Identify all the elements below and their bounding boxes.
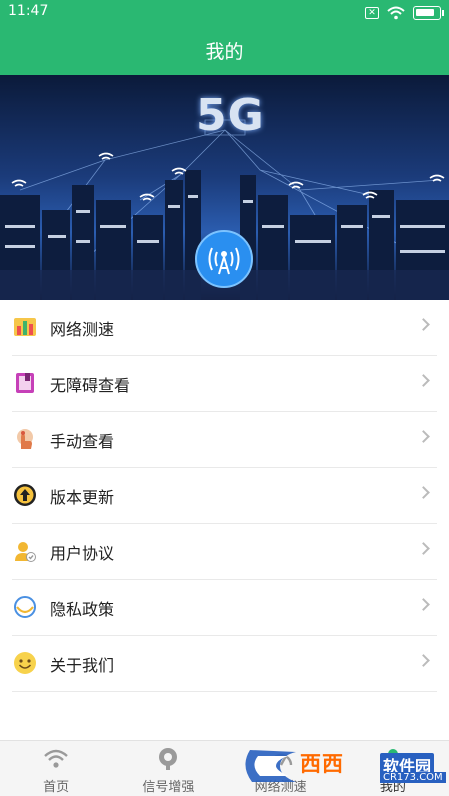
watermark-url: CR173.COM bbox=[380, 772, 446, 783]
status-time: 11:47 bbox=[8, 3, 49, 19]
menu-label-version-update: 版本更新 bbox=[50, 488, 115, 507]
chevron-right-icon bbox=[417, 374, 430, 387]
menu-item-about-us[interactable]: 关于我们 bbox=[0, 636, 449, 692]
hand-icon bbox=[17, 429, 33, 449]
watermark-text: 西西 bbox=[300, 752, 344, 776]
status-bar: 11:47 ✕ bbox=[0, 0, 449, 25]
notification-x-icon: ✕ bbox=[365, 7, 379, 19]
book-icon bbox=[16, 373, 34, 393]
menu-item-manual-view[interactable]: 手动查看 bbox=[0, 412, 449, 468]
tab-label-signal-boost: 信号增强 bbox=[142, 780, 195, 795]
upgrade-icon bbox=[14, 484, 36, 506]
menu-label-network-speed: 网络测速 bbox=[50, 320, 115, 339]
menu-label-accessibility: 无障碍查看 bbox=[50, 376, 131, 395]
chevron-right-icon bbox=[417, 486, 430, 499]
title-bar: 我的 bbox=[0, 25, 449, 75]
divider bbox=[12, 691, 437, 692]
user-icon bbox=[15, 542, 36, 562]
page-title: 我的 bbox=[205, 40, 244, 63]
menu-item-version-update[interactable]: 版本更新 bbox=[0, 468, 449, 524]
tab-label-home: 首页 bbox=[43, 780, 70, 795]
tab-signal-boost[interactable]: 信号增强 bbox=[112, 741, 224, 796]
menu-label-user-agreement: 用户协议 bbox=[50, 544, 115, 563]
chart-icon bbox=[14, 318, 36, 336]
menu-label-manual-view: 手动查看 bbox=[50, 432, 115, 451]
privacy-icon bbox=[14, 596, 36, 618]
chevron-right-icon bbox=[417, 318, 430, 331]
chevron-right-icon bbox=[417, 654, 430, 667]
battery-icon bbox=[413, 6, 444, 20]
menu-item-accessibility[interactable]: 无障碍查看 bbox=[0, 356, 449, 412]
signal-boost-icon bbox=[159, 748, 178, 770]
chevron-right-icon bbox=[417, 430, 430, 443]
menu-label-about-us: 关于我们 bbox=[50, 656, 115, 675]
menu-item-network-speed[interactable]: 网络测速 bbox=[0, 300, 449, 356]
tab-home[interactable]: 首页 bbox=[0, 741, 112, 796]
banner-5g-label: 5G bbox=[196, 90, 265, 141]
menu-item-privacy-policy[interactable]: 隐私政策 bbox=[0, 580, 449, 636]
status-icons: ✕ bbox=[365, 5, 444, 21]
wifi-status-icon bbox=[387, 6, 405, 20]
watermark-logo: 西西 软件园 CR173.COM bbox=[240, 744, 446, 790]
signal-tower-icon bbox=[195, 230, 253, 288]
wifi-icon bbox=[44, 749, 68, 768]
menu-label-privacy-policy: 隐私政策 bbox=[50, 600, 115, 619]
chevron-right-icon bbox=[417, 598, 430, 611]
smile-icon bbox=[14, 652, 36, 674]
banner-5g-image: 5G bbox=[0, 75, 449, 300]
menu-item-user-agreement[interactable]: 用户协议 bbox=[0, 524, 449, 580]
chevron-right-icon bbox=[417, 542, 430, 555]
menu-list: 网络测速 无障碍查看 手动查看 版本更新 用户协议 隐私政策 关于我们 bbox=[0, 300, 449, 692]
